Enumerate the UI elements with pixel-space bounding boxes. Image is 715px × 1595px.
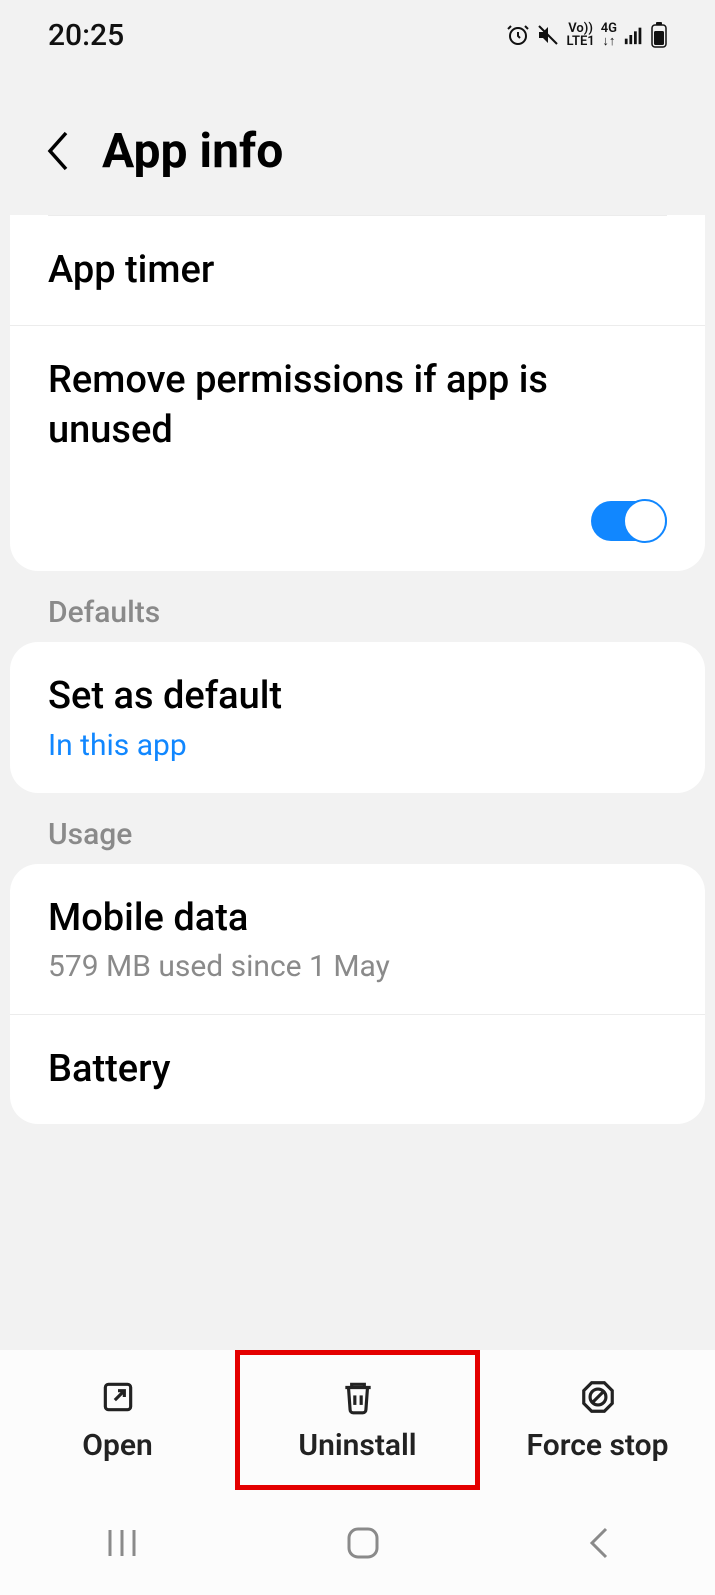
row-battery[interactable]: Battery <box>10 1014 705 1124</box>
force-stop-label: Force stop <box>527 1428 669 1463</box>
toggle-knob <box>623 499 667 543</box>
toggle-remove-permissions[interactable] <box>591 501 667 541</box>
alarm-icon <box>506 23 530 47</box>
system-nav-bar <box>0 1490 715 1595</box>
card-defaults: Set as default In this app <box>10 642 705 792</box>
battery-icon <box>651 22 667 48</box>
open-label: Open <box>82 1428 152 1463</box>
bottom-action-bar: Open Uninstall Force stop <box>0 1350 715 1490</box>
row-title-set-as-default: Set as default <box>48 672 667 721</box>
open-button[interactable]: Open <box>0 1350 235 1490</box>
card-usage: Mobile data 579 MB used since 1 May Batt… <box>10 864 705 1125</box>
section-label-usage: Usage <box>0 793 715 864</box>
trash-icon <box>339 1378 377 1420</box>
row-title-remove-permissions: Remove permissions if app is unused <box>48 356 667 455</box>
row-title-app-timer: App timer <box>48 246 667 295</box>
uninstall-label: Uninstall <box>298 1428 416 1463</box>
stop-icon <box>579 1378 617 1420</box>
force-stop-button[interactable]: Force stop <box>480 1350 715 1490</box>
row-title-mobile-data: Mobile data <box>48 894 667 943</box>
status-icons: Vo)) LTE1 4G ↓↑ <box>506 22 667 48</box>
card-general: App timer Remove permissions if app is u… <box>10 215 705 571</box>
section-label-defaults: Defaults <box>0 571 715 642</box>
row-remove-permissions[interactable]: Remove permissions if app is unused <box>10 325 705 485</box>
status-time: 20:25 <box>48 18 124 53</box>
uninstall-button[interactable]: Uninstall <box>235 1350 480 1490</box>
signal-icon <box>623 24 645 46</box>
row-mobile-data[interactable]: Mobile data 579 MB used since 1 May <box>10 864 705 1014</box>
row-sub-set-as-default: In this app <box>48 728 667 763</box>
row-title-battery: Battery <box>48 1045 667 1094</box>
network-indicator: 4G ↓↑ <box>601 22 617 48</box>
open-icon <box>99 1378 137 1420</box>
row-set-as-default[interactable]: Set as default In this app <box>10 642 705 792</box>
nav-back[interactable] <box>584 1525 614 1561</box>
page-header: App info <box>0 70 715 215</box>
back-button[interactable] <box>44 129 74 173</box>
status-bar: 20:25 Vo)) LTE1 4G ↓↑ <box>0 0 715 70</box>
page-title: App info <box>102 122 283 179</box>
row-app-timer[interactable]: App timer <box>10 216 705 325</box>
volte-indicator: Vo)) LTE1 <box>566 22 594 48</box>
nav-home[interactable] <box>345 1525 381 1561</box>
toggle-remove-permissions-wrap <box>10 485 705 571</box>
row-sub-mobile-data: 579 MB used since 1 May <box>48 949 667 984</box>
nav-recents[interactable] <box>102 1526 142 1560</box>
mute-vibrate-icon <box>536 23 560 47</box>
